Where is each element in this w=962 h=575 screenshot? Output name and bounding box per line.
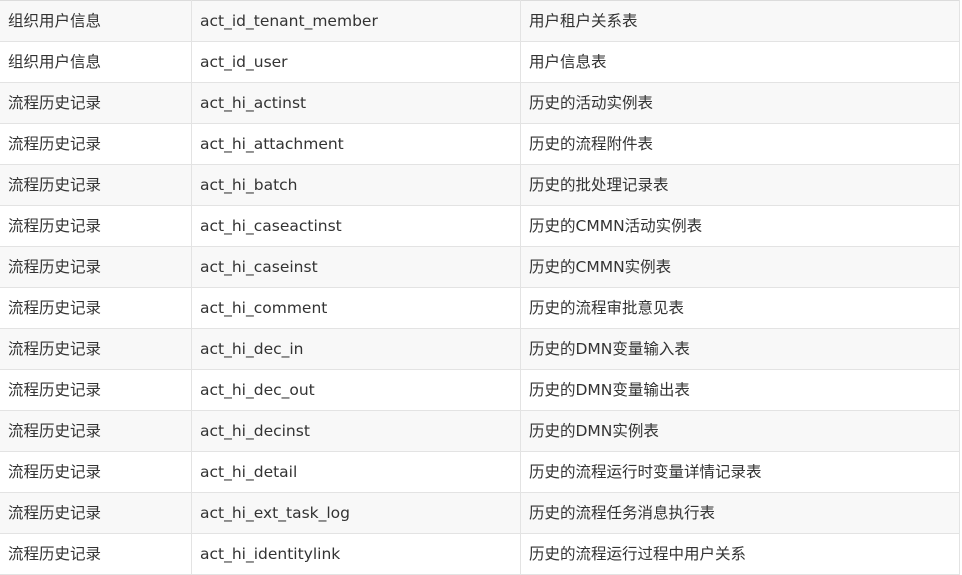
- cell-table-name: act_id_user: [191, 41, 521, 83]
- table-row: 流程历史记录 act_hi_ext_task_log 历史的流程任务消息执行表: [0, 492, 960, 534]
- cell-table-name: act_hi_caseactinst: [191, 205, 521, 247]
- cell-description: 历史的DMN实例表: [520, 410, 960, 452]
- cell-category: 流程历史记录: [0, 287, 192, 329]
- cell-category: 流程历史记录: [0, 246, 192, 288]
- cell-table-name: act_hi_ext_task_log: [191, 492, 521, 534]
- cell-category: 流程历史记录: [0, 492, 192, 534]
- cell-description: 历史的活动实例表: [520, 82, 960, 124]
- cell-category: 流程历史记录: [0, 369, 192, 411]
- cell-category: 流程历史记录: [0, 123, 192, 165]
- cell-table-name: act_hi_attachment: [191, 123, 521, 165]
- cell-table-name: act_hi_decinst: [191, 410, 521, 452]
- cell-category: 组织用户信息: [0, 0, 192, 42]
- cell-category: 流程历史记录: [0, 164, 192, 206]
- cell-category: 流程历史记录: [0, 533, 192, 575]
- cell-table-name: act_hi_dec_out: [191, 369, 521, 411]
- cell-description: 历史的CMMN活动实例表: [520, 205, 960, 247]
- cell-description: 历史的流程运行过程中用户关系: [520, 533, 960, 575]
- table-list: 组织用户信息 act_id_tenant_member 用户租户关系表 组织用户…: [0, 0, 960, 575]
- table-body: 组织用户信息 act_id_tenant_member 用户租户关系表 组织用户…: [0, 0, 960, 575]
- cell-table-name: act_hi_detail: [191, 451, 521, 493]
- cell-description: 历史的DMN变量输入表: [520, 328, 960, 370]
- cell-description: 历史的流程审批意见表: [520, 287, 960, 329]
- table-row: 流程历史记录 act_hi_caseinst 历史的CMMN实例表: [0, 246, 960, 288]
- table-row: 流程历史记录 act_hi_decinst 历史的DMN实例表: [0, 410, 960, 452]
- cell-description: 历史的流程任务消息执行表: [520, 492, 960, 534]
- table-row: 组织用户信息 act_id_user 用户信息表: [0, 41, 960, 83]
- cell-description: 历史的批处理记录表: [520, 164, 960, 206]
- cell-table-name: act_hi_comment: [191, 287, 521, 329]
- cell-category: 流程历史记录: [0, 82, 192, 124]
- cell-description: 历史的流程运行时变量详情记录表: [520, 451, 960, 493]
- cell-category: 流程历史记录: [0, 410, 192, 452]
- table-row: 流程历史记录 act_hi_actinst 历史的活动实例表: [0, 82, 960, 124]
- table-row: 流程历史记录 act_hi_attachment 历史的流程附件表: [0, 123, 960, 165]
- table-row: 组织用户信息 act_id_tenant_member 用户租户关系表: [0, 0, 960, 42]
- cell-table-name: act_hi_caseinst: [191, 246, 521, 288]
- cell-description: 历史的CMMN实例表: [520, 246, 960, 288]
- table-row: 流程历史记录 act_hi_identitylink 历史的流程运行过程中用户关…: [0, 533, 960, 575]
- cell-table-name: act_hi_identitylink: [191, 533, 521, 575]
- cell-table-name: act_hi_actinst: [191, 82, 521, 124]
- cell-category: 组织用户信息: [0, 41, 192, 83]
- cell-category: 流程历史记录: [0, 451, 192, 493]
- cell-table-name: act_hi_batch: [191, 164, 521, 206]
- cell-description: 用户信息表: [520, 41, 960, 83]
- table-row: 流程历史记录 act_hi_comment 历史的流程审批意见表: [0, 287, 960, 329]
- cell-category: 流程历史记录: [0, 328, 192, 370]
- cell-category: 流程历史记录: [0, 205, 192, 247]
- table-row: 流程历史记录 act_hi_dec_out 历史的DMN变量输出表: [0, 369, 960, 411]
- cell-description: 用户租户关系表: [520, 0, 960, 42]
- cell-table-name: act_id_tenant_member: [191, 0, 521, 42]
- cell-description: 历史的DMN变量输出表: [520, 369, 960, 411]
- table-row: 流程历史记录 act_hi_batch 历史的批处理记录表: [0, 164, 960, 206]
- table-row: 流程历史记录 act_hi_caseactinst 历史的CMMN活动实例表: [0, 205, 960, 247]
- cell-description: 历史的流程附件表: [520, 123, 960, 165]
- cell-table-name: act_hi_dec_in: [191, 328, 521, 370]
- table-row: 流程历史记录 act_hi_detail 历史的流程运行时变量详情记录表: [0, 451, 960, 493]
- table-row: 流程历史记录 act_hi_dec_in 历史的DMN变量输入表: [0, 328, 960, 370]
